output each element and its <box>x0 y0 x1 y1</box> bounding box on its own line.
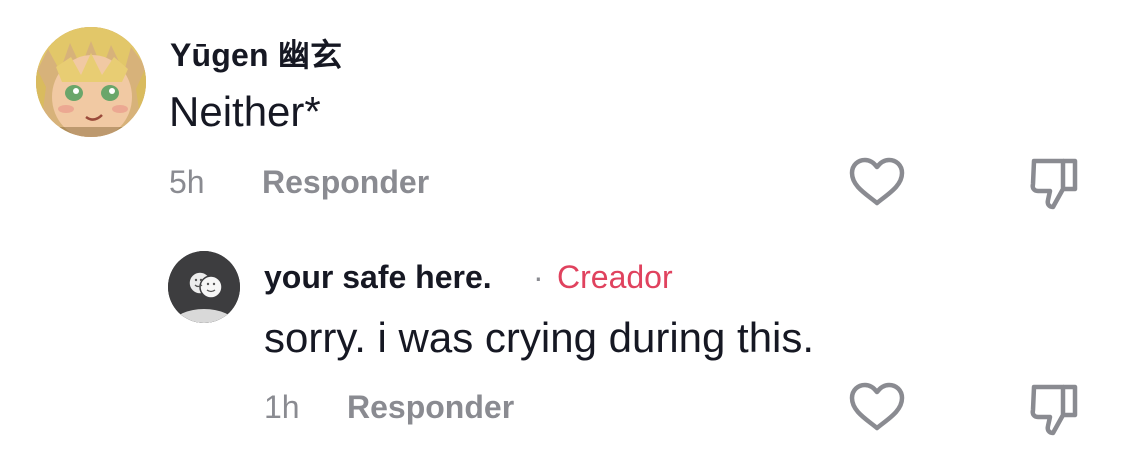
avatar[interactable] <box>168 251 240 323</box>
smiley-faces-avatar-icon <box>168 251 240 323</box>
anime-character-avatar-icon <box>36 27 146 137</box>
reply-timestamp: 1h <box>264 389 300 425</box>
comment-timestamp: 5h <box>169 164 205 200</box>
avatar[interactable] <box>36 27 146 137</box>
thumbs-down-icon[interactable] <box>1025 381 1083 439</box>
reply-button[interactable]: Responder <box>347 389 514 426</box>
comment-text: Neither* <box>169 88 321 135</box>
reply-username[interactable]: your safe here. <box>264 259 492 296</box>
comment-username[interactable]: Yūgen 幽玄 <box>170 30 342 76</box>
separator-dot: · <box>533 259 544 295</box>
heart-icon[interactable] <box>848 156 906 208</box>
thumbs-down-icon[interactable] <box>1025 155 1083 213</box>
reply-text: sorry. i was crying during this. <box>264 314 815 361</box>
reply-button[interactable]: Responder <box>262 164 429 201</box>
heart-icon[interactable] <box>848 381 906 433</box>
creator-badge: Creador <box>557 259 673 295</box>
